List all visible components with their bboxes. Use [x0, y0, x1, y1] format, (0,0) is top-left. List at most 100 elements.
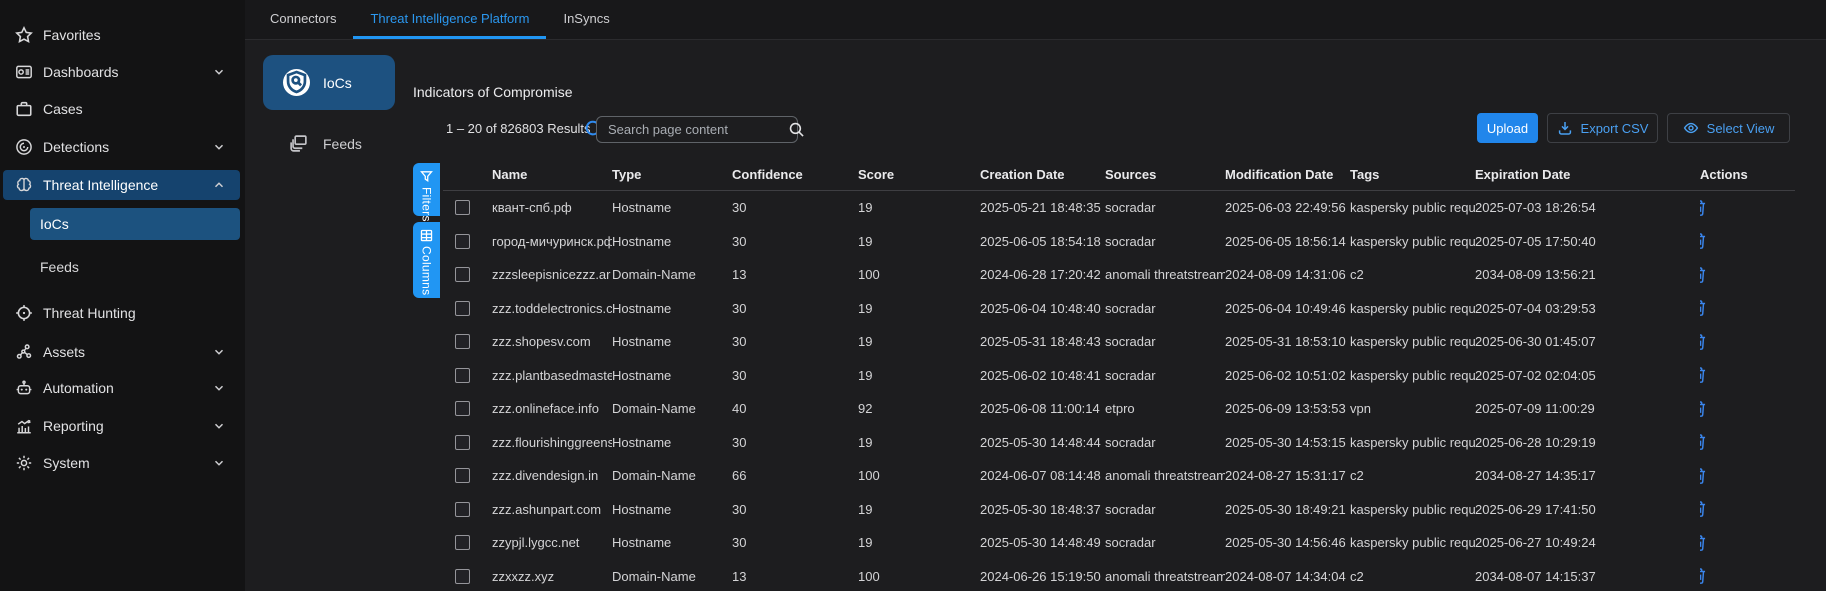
- sidebar-item-detections[interactable]: Detections: [3, 132, 240, 162]
- secondary-sidebar-item-iocs[interactable]: IoCs: [263, 55, 395, 110]
- briefcase-icon: [15, 100, 33, 118]
- cell-sources: socradar: [1105, 502, 1225, 517]
- export-csv-button[interactable]: Export CSV: [1547, 113, 1658, 143]
- sidebar-item-dashboards[interactable]: Dashboards: [3, 57, 240, 87]
- columns-tab-label: Columns: [420, 246, 434, 295]
- cell-score: 19: [858, 200, 980, 215]
- table-row: zzz.ashunpart.comHostname30192025-05-30 …: [455, 493, 1826, 527]
- sidebar-subitem-iocs[interactable]: IoCs: [30, 208, 240, 240]
- delete-button[interactable]: [1700, 266, 1708, 284]
- row-checkbox[interactable]: [455, 401, 470, 416]
- sidebar-item-reporting[interactable]: Reporting: [3, 411, 240, 441]
- cell-sources: socradar: [1105, 301, 1225, 316]
- grid-icon: [420, 229, 433, 242]
- cell-expiration-date: 2025-06-30 01:45:07: [1475, 334, 1700, 349]
- row-checkbox[interactable]: [455, 301, 470, 316]
- delete-button[interactable]: [1700, 567, 1708, 585]
- delete-button[interactable]: [1700, 467, 1708, 485]
- delete-button[interactable]: [1700, 500, 1708, 518]
- columns-tab[interactable]: Columns: [413, 222, 440, 298]
- row-checkbox[interactable]: [455, 569, 470, 584]
- cell-expiration-date: 2025-06-28 10:29:19: [1475, 435, 1700, 450]
- search-input[interactable]: [597, 122, 788, 137]
- filters-tab-label: Filters: [420, 187, 434, 222]
- delete-button[interactable]: [1700, 199, 1708, 217]
- row-checkbox[interactable]: [455, 267, 470, 282]
- row-checkbox[interactable]: [455, 234, 470, 249]
- sidebar-item-favorites[interactable]: Favorites: [3, 20, 240, 50]
- cell-tags: c2: [1350, 267, 1475, 282]
- sidebar-item-cases[interactable]: Cases: [3, 94, 240, 124]
- table-row: zzxxzz.xyzDomain-Name131002024-06-26 15:…: [455, 560, 1826, 591]
- cell-type: Hostname: [612, 200, 732, 215]
- chevron-down-icon: [212, 345, 226, 359]
- cell-name: zzz.divendesign.in: [492, 468, 612, 483]
- cell-expiration-date: 2025-06-29 17:41:50: [1475, 502, 1700, 517]
- tab-threat-intelligence-platform[interactable]: Threat Intelligence Platform: [353, 0, 546, 39]
- table-row: zzz.divendesign.inDomain-Name661002024-0…: [455, 459, 1826, 493]
- row-checkbox[interactable]: [455, 334, 470, 349]
- delete-button[interactable]: [1700, 333, 1708, 351]
- cell-confidence: 30: [732, 368, 858, 383]
- results-summary: 1 – 20 of 826803 Results: [446, 121, 591, 136]
- cell-expiration-date: 2025-07-03 18:26:54: [1475, 200, 1700, 215]
- delete-button[interactable]: [1700, 299, 1708, 317]
- cell-modification-date: 2024-08-07 14:34:04: [1225, 569, 1350, 584]
- row-checkbox[interactable]: [455, 535, 470, 550]
- row-checkbox[interactable]: [455, 368, 470, 383]
- row-checkbox[interactable]: [455, 468, 470, 483]
- app-window: Favorites Dashboards Cases Detections Threat…: [0, 0, 1826, 591]
- row-checkbox[interactable]: [455, 502, 470, 517]
- delete-button[interactable]: [1700, 433, 1708, 451]
- column-header-expiration-date: Expiration Date: [1475, 167, 1700, 182]
- export-csv-label: Export CSV: [1581, 121, 1649, 136]
- cell-sources: etpro: [1105, 401, 1225, 416]
- sidebar-item-label: Threat Hunting: [43, 305, 136, 321]
- delete-button[interactable]: [1700, 232, 1708, 250]
- upload-button[interactable]: Upload: [1477, 113, 1538, 143]
- cell-name: zzz.flourishinggreens: [492, 435, 612, 450]
- tab-connectors[interactable]: Connectors: [253, 0, 353, 39]
- filters-tab[interactable]: Filters: [413, 163, 440, 216]
- magnifier-icon[interactable]: [788, 121, 805, 138]
- cell-creation-date: 2024-06-28 17:20:42: [980, 267, 1105, 282]
- sidebar-item-threat-intelligence[interactable]: Threat Intelligence: [3, 170, 240, 200]
- sidebar-item-label: Detections: [43, 139, 109, 155]
- secondary-sidebar-item-feeds[interactable]: Feeds: [289, 134, 362, 153]
- cell-modification-date: 2025-05-30 14:53:15: [1225, 435, 1350, 450]
- trash-icon: [1700, 500, 1708, 518]
- star-icon: [15, 26, 33, 44]
- sidebar-item-assets[interactable]: Assets: [3, 337, 240, 367]
- sidebar-subitem-feeds[interactable]: Feeds: [30, 251, 240, 283]
- column-header-modification-date: Modification Date: [1225, 167, 1350, 182]
- delete-button[interactable]: [1700, 366, 1708, 384]
- delete-button[interactable]: [1700, 400, 1708, 418]
- chevron-down-icon: [212, 419, 226, 433]
- trash-icon: [1700, 400, 1708, 418]
- tab-insyncs[interactable]: InSyncs: [546, 0, 626, 39]
- trash-icon: [1700, 299, 1708, 317]
- cell-tags: c2: [1350, 468, 1475, 483]
- trash-icon: [1700, 232, 1708, 250]
- cell-modification-date: 2025-05-31 18:53:10: [1225, 334, 1350, 349]
- sidebar-item-label: System: [43, 455, 90, 471]
- cell-type: Domain-Name: [612, 401, 732, 416]
- delete-button[interactable]: [1700, 534, 1708, 552]
- sidebar-item-automation[interactable]: Automation: [3, 373, 240, 403]
- cell-tags: c2: [1350, 569, 1475, 584]
- sidebar-item-threat-hunting[interactable]: Threat Hunting: [3, 298, 240, 328]
- report-chart-icon: [15, 417, 33, 435]
- cell-expiration-date: 2025-06-27 10:49:24: [1475, 535, 1700, 550]
- funnel-icon: [420, 170, 433, 183]
- table-row: zzz.shopesv.comHostname30192025-05-31 18…: [455, 325, 1826, 359]
- trash-icon: [1700, 433, 1708, 451]
- column-header-actions: Actions: [1700, 167, 1770, 182]
- main-area: ConnectorsThreat Intelligence PlatformIn…: [245, 0, 1826, 591]
- cell-expiration-date: 2034-08-07 14:15:37: [1475, 569, 1700, 584]
- sidebar-item-system[interactable]: System: [3, 448, 240, 478]
- network-icon: [15, 343, 33, 361]
- row-checkbox[interactable]: [455, 200, 470, 215]
- table-row: zzz.plantbasedmasteHostname30192025-06-0…: [455, 359, 1826, 393]
- select-view-button[interactable]: Select View: [1667, 113, 1790, 143]
- row-checkbox[interactable]: [455, 435, 470, 450]
